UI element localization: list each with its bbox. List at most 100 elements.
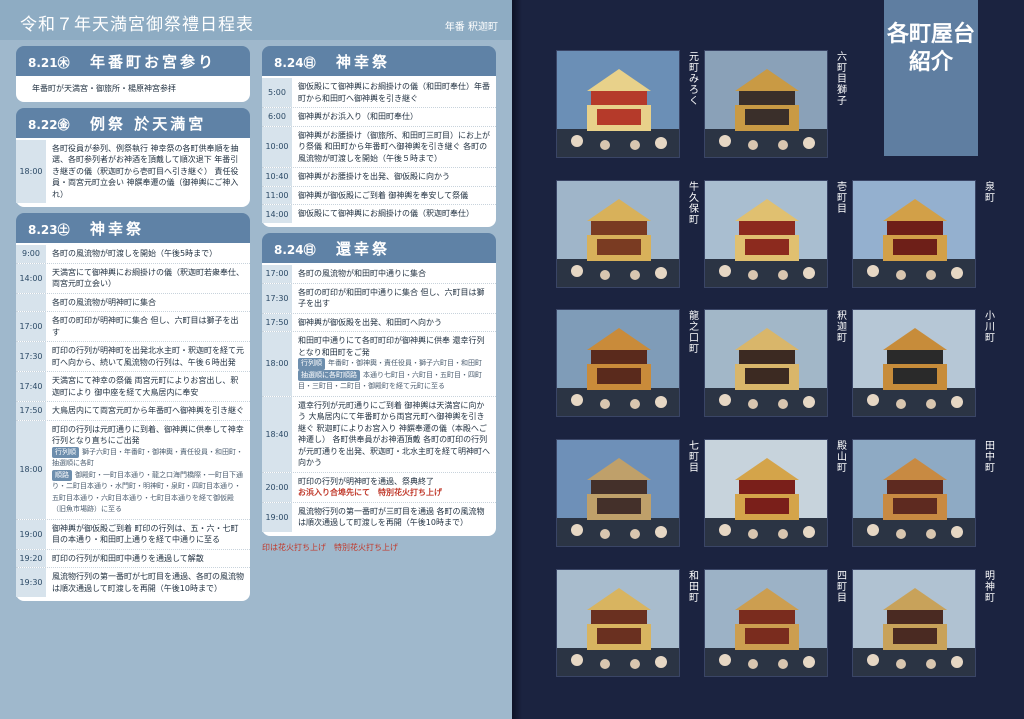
section-0822: 8.22㊎ 例祭 於天満宮 18:00 各町役員が参列、例祭執行 神幸祭の各町供… [16,107,250,207]
schedule-text: 町印の行列が明神町を通過、祭典終了 お浜入り合埠先にて 特別花火打ち上げ [292,473,496,502]
float-photo [852,439,976,547]
schedule-page: 令和７年天満宮御祭禮日程表 年番 釈迦町 8.21㊍ 年番町お宮参り 年番町が天… [0,0,512,719]
schedule-time: 17:00 [262,265,292,283]
float-photo [556,439,680,547]
brochure-spread: 令和７年天満宮御祭禮日程表 年番 釈迦町 8.21㊍ 年番町お宮参り 年番町が天… [0,0,1024,719]
section-0821: 8.21㊍ 年番町お宮参り 年番町が天満宮・御旅所・楊原神宮参拝 [16,46,250,102]
section-0823: 8.23㊏ 神幸祭 9:00 各町の風流物が町渡しを開始（午後5時まで） 14:0… [16,213,250,601]
section-name: 神幸祭 [336,53,391,71]
schedule-row: 14:00 天満宮にて御神輿にお綱掛けの儀（釈迦町若衆奉仕、両宮元町立会い） [16,263,250,294]
schedule-text: 御仮殿にて御神輿にお綱掛けの儀（釈迦町奉仕） [298,209,474,218]
schedule-row: 19:00 風流物行列の第一番町が三町目を通過 各町の風流物は順次通過して町渡しを… [262,502,496,532]
schedule-time: 10:40 [262,168,292,186]
schedule-time: 17:40 [16,372,46,401]
town-name-label: 七町目 [689,441,699,474]
route-tag: 順路 [52,469,72,481]
schedule-text: 御仮殿にて御神輿にお綱掛けの儀（和田町奉仕）年番町から和田町へ御神輿を引き継ぐ [298,82,490,103]
schedule-time: 5:00 [262,78,292,107]
section-date: 8.22㊎ [28,117,70,132]
town-name-label: 明神町 [985,571,995,604]
schedule-row: 9:00 各町の風流物が町渡しを開始（午後5時まで） [16,245,250,264]
schedule-main-text: 町印の行列が明神町を通過、祭典終了 [298,476,434,486]
schedule-row: 20:00 町印の行列が明神町を通過、祭典終了 お浜入り合埠先にて 特別花火打ち… [262,472,496,503]
section-name: 例祭 於天満宮 [90,114,207,133]
town-name-label: 四町目 [837,571,847,604]
title-band: 令和７年天満宮御祭禮日程表 年番 釈迦町 [0,0,512,40]
schedule-row: 10:40 御神輿がお腰掛けを出発、御仮殿に向かう [262,168,496,187]
schedule-text: 大鳥居内にて両宮元町から年番町へ御神輿を引き継ぐ [52,406,244,415]
schedule-time: 17:00 [16,312,46,341]
float-card: 壱町目 [704,180,852,290]
schedule-column-right: 8.24㊐ 神幸祭 5:00 御仮殿にて御神輿にお綱掛けの儀（和田町奉仕）年番町か… [262,46,496,553]
schedule-row: 17:30 各町の町印が和田町中通りに集合 但し、六町目は獅子を出す [262,283,496,314]
schedule-time: 18:00 [16,420,46,519]
float-card: 龍之口町 [556,309,704,419]
section-name: 還幸祭 [336,240,391,258]
float-photo [852,180,976,288]
schedule-time: 17:50 [16,402,46,420]
schedule-row: 18:40 還幸行列が元町通りにご到着 御神輿は天満宮に向かう 大鳥居内にて年番町… [262,396,496,473]
float-photo-art [853,570,975,676]
schedule-time: 14:00 [262,205,292,223]
float-photo-art [557,570,679,676]
section-0824-shinko: 8.24㊐ 神幸祭 5:00 御仮殿にて御神輿にお綱掛けの儀（和田町奉仕）年番町か… [262,46,496,227]
section-name: 神幸祭 [90,220,145,238]
schedule-row: 17:50 大鳥居内にて両宮元町から年番町へ御神輿を引き継ぐ [16,402,250,421]
float-card: 元町みろく [556,50,704,160]
procession-order: 行列順 獅子六町目・年番町・御神輿・責任役員・和田町・抽選順に各町 [52,446,244,470]
schedule-text: 天満宮にて御神輿にお綱掛けの儀（釈迦町若衆奉仕、両宮元町立会い） [52,267,244,289]
schedule-text: 御神輿がお浜入り（和田町奉仕） [298,112,418,121]
schedule-time: 17:50 [262,313,292,331]
schedule-text: 各町の風流物が和田町中通りに集合 [298,269,426,278]
float-photo [704,569,828,677]
float-photo [704,180,828,288]
floats-title: 各町屋台紹介 [886,21,975,75]
town-name-label: 殿山町 [837,441,847,474]
float-card: 釈迦町 [704,309,852,419]
fireworks-highlight: お浜入り合埠先にて 特別花火打ち上げ [298,488,442,497]
schedule-text: 各町の町印が明神町に集合 但し、六町目は獅子を出す [52,316,239,337]
schedule-time: 9:00 [16,245,46,263]
float-photo [556,309,680,417]
float-photo-art [705,51,827,157]
float-photo-art [853,310,975,416]
float-photo-art [853,181,975,287]
float-card: 泉町 [852,180,1000,290]
section-note: 年番町が天満宮・御旅所・楊原神宮参拝 [32,84,176,93]
float-photo [852,569,976,677]
schedule-text: 御神輿が御仮殿にご到着 御神輿を奉安して祭儀 [298,190,469,200]
schedule-row: 17:50 御神輿が御仮殿を出発、和田町へ向かう [262,313,496,332]
schedule-text: 御神輿が御仮殿を出発、和田町へ向かう [298,317,442,327]
schedule-time: 19:20 [16,549,46,567]
schedule-main-text: 和田町中通りにて各町町印が御神輿に供奉 還幸行列となり和田町をご発 [298,336,485,357]
schedule-text: 和田町中通りにて各町町印が御神輿に供奉 還幸行列となり和田町をご発 行列順 年番町… [292,332,496,396]
section-date: 8.21㊍ [28,56,70,70]
schedule-row: 14:00 御仮殿にて御神輿にお綱掛けの儀（釈迦町奉仕） [262,205,496,223]
float-card: 四町目 [704,569,852,679]
schedule-text: 各町の風流物が明神町に集合 [52,297,156,307]
floats-title-box: 各町屋台紹介 [884,0,978,156]
fireworks-legend: 印は花火打ち上げ 特別花火打ち上げ [262,542,398,552]
float-photo [704,309,828,417]
section-body: 17:00 各町の風流物が和田町中通りに集合 17:30 各町の町印が和田町中通りに… [262,263,496,536]
route-detail: 御殿町・一町目本通り・龍之口海門橋際・一町目下通り・二町目本通り・水門町・明神町… [52,470,243,514]
schedule-text: 風流物行列の第一番町が三町目を通過 各町の風流物は順次通過して町渡しを再開（午後… [298,506,485,528]
float-photo-art [705,440,827,546]
procession-tag: 行列順 [52,446,79,458]
float-photo-art [557,181,679,287]
float-photo [556,50,680,158]
schedule-row: 6:00 御神輿がお浜入り（和田町奉仕） [262,108,496,127]
float-photo [704,439,828,547]
section-header: 8.21㊍ 年番町お宮参り [16,46,250,76]
section-header: 8.22㊎ 例祭 於天満宮 [16,107,250,138]
schedule-time: 17:30 [262,283,292,313]
float-photo-art [557,310,679,416]
schedule-text: 御神輿がお腰掛けを出発、御仮殿に向かう [298,172,450,181]
town-name-label: 牛久保町 [689,182,699,226]
schedule-row: 19:00 御神輿が御仮殿ご到着 町印の行列は、五・六・七町目の本通り・和田町上通… [16,519,250,550]
schedule-time [16,293,46,311]
section-date: 8.24㊐ [274,56,316,70]
town-name-label: 和田町 [689,571,699,604]
section-header: 8.24㊐ 還幸祭 [262,233,496,263]
town-name-label: 元町みろく [689,52,699,107]
